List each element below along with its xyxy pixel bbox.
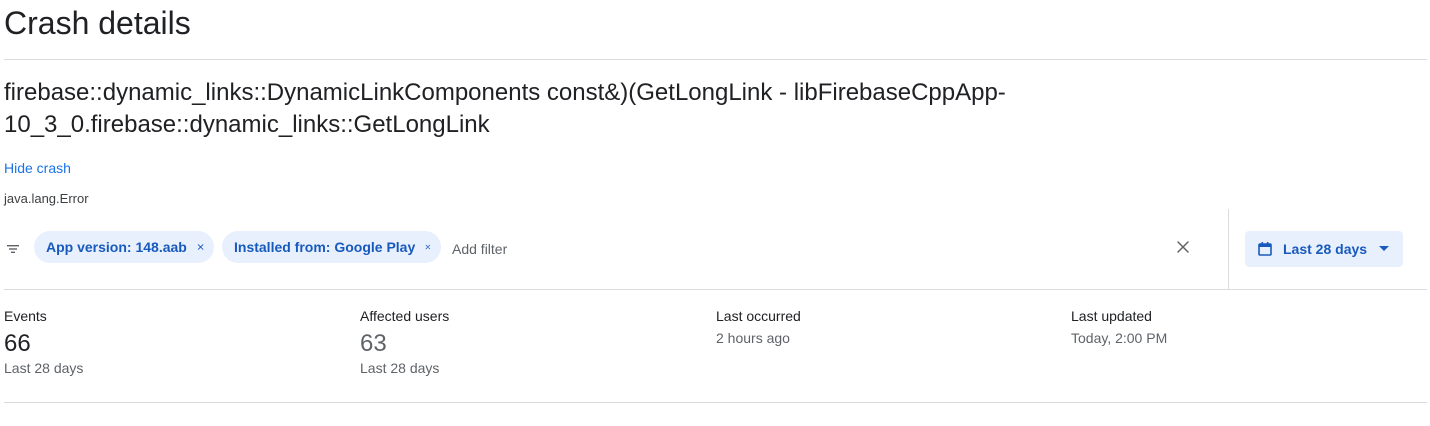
filter-chip-app-version[interactable]: App version: 148.aab <box>34 231 214 263</box>
stat-label: Last occurred <box>716 308 801 324</box>
stat-last-updated: Last updated Today, 2:00 PM <box>1071 307 1167 347</box>
stat-value: 63 <box>360 330 387 357</box>
stat-events: Events 66 Last 28 days <box>4 307 83 377</box>
stat-value: 66 <box>4 330 31 357</box>
stat-subtext: 2 hours ago <box>716 330 790 346</box>
stat-affected-users: Affected users 63 Last 28 days <box>360 307 449 377</box>
crash-title-line-1: firebase::dynamic_links::DynamicLinkComp… <box>4 79 1006 106</box>
filter-icon[interactable] <box>6 242 20 256</box>
add-filter-input[interactable] <box>452 239 652 259</box>
stat-subtext: Last 28 days <box>360 360 440 376</box>
divider <box>4 402 1427 403</box>
date-range-button[interactable]: Last 28 days <box>1245 231 1403 267</box>
exception-type: java.lang.Error <box>4 191 89 206</box>
filter-chip-installed-from[interactable]: Installed from: Google Play <box>222 231 441 263</box>
page-title: Crash details <box>4 5 191 41</box>
stat-label: Events <box>4 308 47 324</box>
stat-subtext: Today, 2:00 PM <box>1071 330 1168 346</box>
hide-crash-link[interactable]: Hide crash <box>4 159 71 177</box>
remove-filter-icon[interactable] <box>425 240 431 254</box>
stat-subtext: Last 28 days <box>4 360 84 376</box>
calendar-icon <box>1258 242 1272 256</box>
clear-filters-icon[interactable] <box>1176 240 1190 254</box>
remove-filter-icon[interactable] <box>197 240 204 254</box>
date-range-label: Last 28 days <box>1283 241 1368 257</box>
stat-last-occurred: Last occurred 2 hours ago <box>716 307 801 347</box>
crash-title-line-2: 10_3_0.firebase::dynamic_links::GetLongL… <box>4 111 490 138</box>
stat-label: Last updated <box>1071 308 1152 324</box>
divider <box>4 289 1427 290</box>
filter-chip-label: Installed from: Google Play <box>234 239 416 255</box>
filter-bar: App version: 148.aab Installed from: Goo… <box>0 209 1427 289</box>
divider <box>4 59 1427 60</box>
stat-label: Affected users <box>360 308 450 324</box>
filter-chip-label: App version: 148.aab <box>46 239 187 255</box>
crash-title: firebase::dynamic_links::DynamicLinkComp… <box>4 77 1104 141</box>
vertical-divider <box>1228 209 1229 289</box>
dropdown-arrow-icon <box>1379 246 1390 251</box>
